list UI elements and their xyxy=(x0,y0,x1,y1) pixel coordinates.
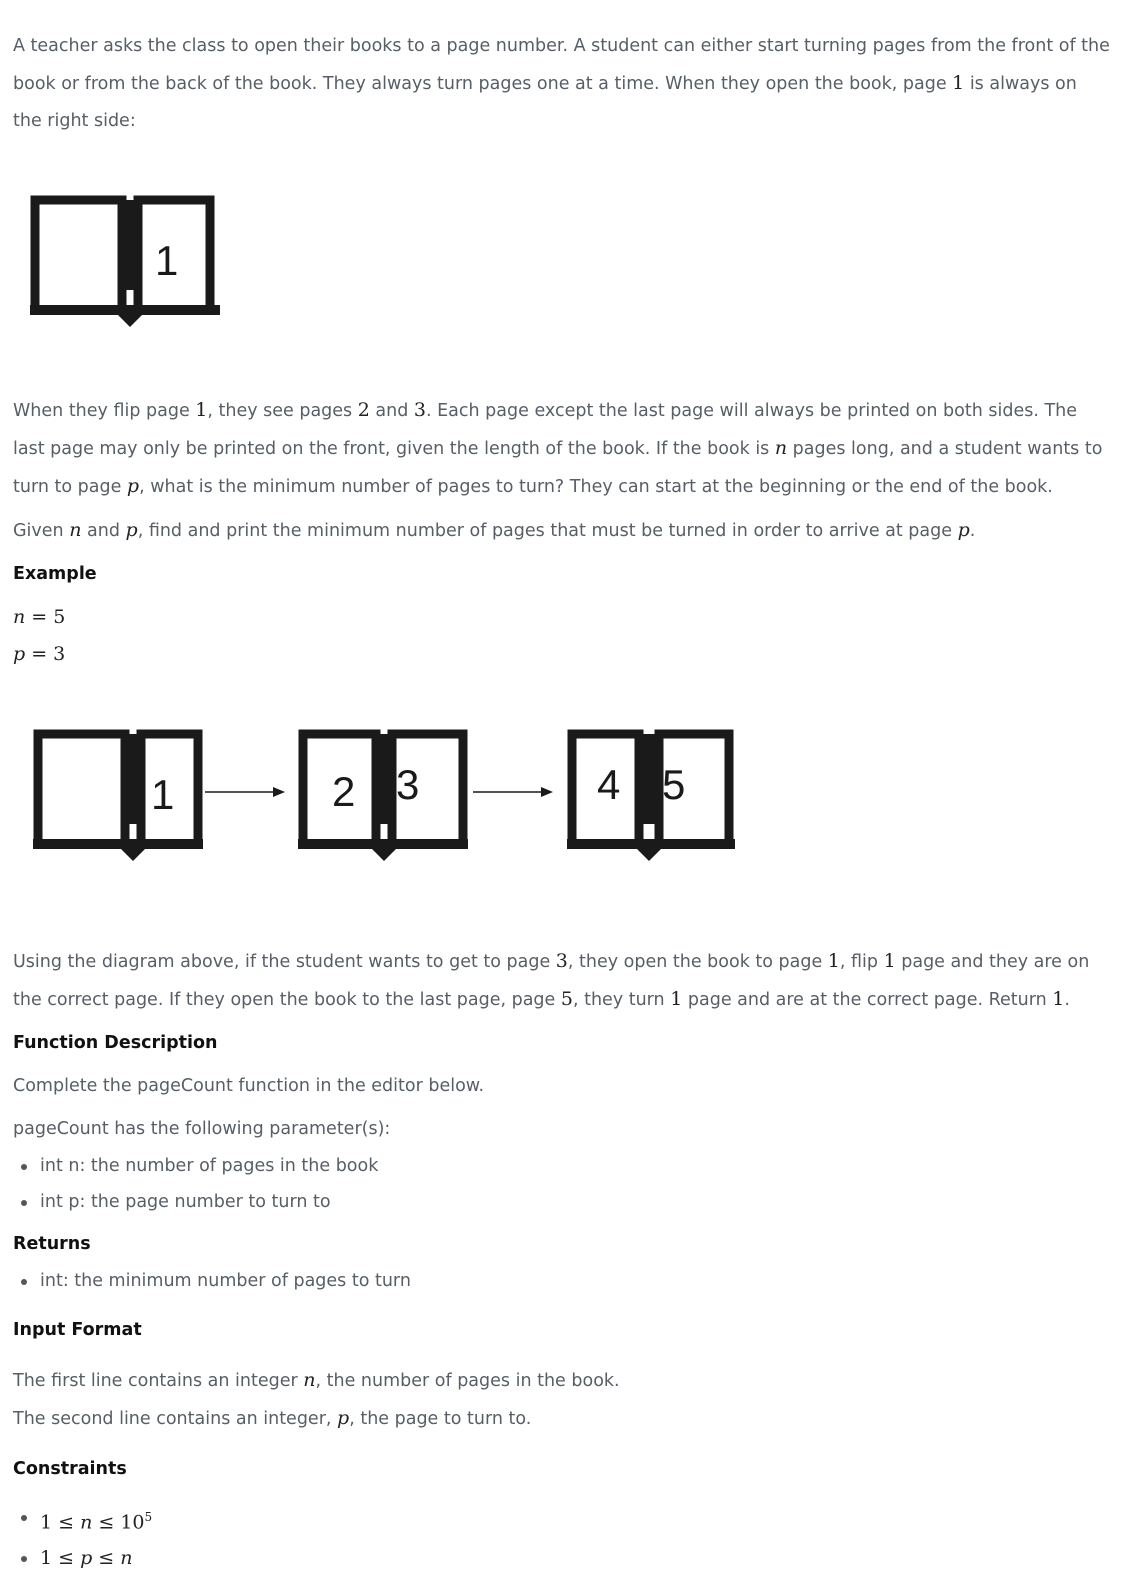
book-3-right-page: 5 xyxy=(662,761,685,808)
book-3-left-page: 4 xyxy=(597,761,620,808)
intro-paragraph: A teacher asks the class to open their b… xyxy=(13,36,1110,131)
explanation-paragraph: Using the diagram above, if the student … xyxy=(13,950,1090,1010)
description-paragraph: When they flip page 1, they see pages 2 … xyxy=(13,399,1103,497)
book-icon: 1 xyxy=(30,195,220,327)
arrow-1-head xyxy=(273,787,285,797)
constraints-list: 1 ≤ n ≤ 105 1 ≤ p ≤ n xyxy=(13,1499,1111,1576)
example-n: n = 5 xyxy=(13,606,66,628)
input-format-line-1: The first line contains an integer n, th… xyxy=(13,1369,620,1391)
input-format-line-2: The second line contains an integer, p, … xyxy=(13,1407,532,1429)
figure-page-sequence: 1 2 3 4 5 xyxy=(13,673,1111,943)
book-1: 1 xyxy=(33,729,203,861)
constraints-heading: Constraints xyxy=(13,1459,127,1479)
book-page-label: 1 xyxy=(155,237,178,284)
function-description-line: Complete the pageCount function in the e… xyxy=(13,1076,485,1096)
returns-heading: Returns xyxy=(13,1234,91,1254)
book-1-right-page: 1 xyxy=(151,771,174,818)
list-item: int: the minimum number of pages to turn xyxy=(13,1263,1111,1299)
book-2-right-page: 3 xyxy=(396,761,419,808)
arrow-2-head xyxy=(541,787,553,797)
book-2-left-page: 2 xyxy=(332,768,355,815)
list-item: 1 ≤ n ≤ 105 xyxy=(13,1499,1111,1540)
figure-open-book: 1 xyxy=(13,140,1111,392)
list-item: 1 ≤ p ≤ n xyxy=(13,1540,1111,1576)
book-3: 4 5 xyxy=(567,729,735,861)
book-2: 2 3 xyxy=(298,729,468,861)
example-heading: Example xyxy=(13,564,97,584)
input-format-heading: Input Format xyxy=(13,1320,142,1340)
parameters-intro: pageCount has the following parameter(s)… xyxy=(13,1119,391,1139)
list-item: int n: the number of pages in the book xyxy=(13,1148,1111,1184)
returns-list: int: the minimum number of pages to turn xyxy=(13,1263,1111,1299)
task-paragraph: Given n and p, find and print the minimu… xyxy=(13,519,976,541)
problem-statement: A teacher asks the class to open their b… xyxy=(13,28,1111,1576)
function-description-heading: Function Description xyxy=(13,1033,218,1053)
example-p: p = 3 xyxy=(13,643,66,665)
list-item: int p: the page number to turn to xyxy=(13,1184,1111,1220)
parameter-list: int n: the number of pages in the book i… xyxy=(13,1148,1111,1220)
